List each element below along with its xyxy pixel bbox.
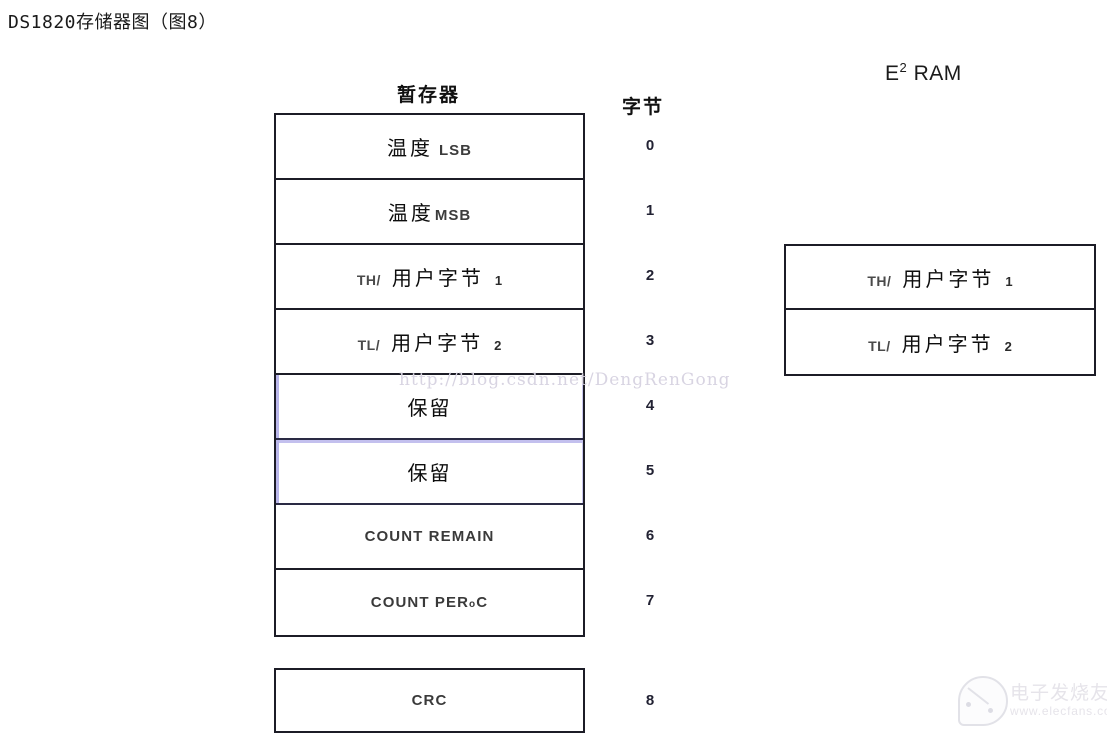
- cell-label-suffix: MSB: [434, 207, 472, 224]
- table-row: 温度 LSB: [276, 115, 583, 180]
- cell-label-main: 保留: [407, 398, 452, 420]
- cell-label-unit: C: [476, 594, 489, 611]
- cell-label-suffix: LSB: [439, 142, 472, 159]
- table-row: 保留: [276, 375, 583, 440]
- scratchpad-cell-tl-user-byte-2: TL/ 用户字节 2: [358, 327, 502, 356]
- byte-number: 3: [645, 332, 655, 349]
- eeram-title-suffix: RAM: [907, 62, 962, 85]
- crc-label: CRC: [411, 692, 448, 709]
- logo-mark-icon: [958, 676, 1008, 726]
- table-row: 保留: [276, 440, 583, 505]
- degree-superscript: o: [469, 599, 477, 610]
- table-row: TH/ 用户字节 1: [786, 246, 1094, 310]
- scratchpad-column-header: 暂存器: [397, 85, 461, 106]
- byte-number: 0: [645, 137, 655, 154]
- eeram-title-prefix: E: [885, 62, 900, 85]
- byte-number: 1: [645, 202, 655, 219]
- scratchpad-memory-table: 温度 LSB 温度 MSB TH/ 用户字节 1 TL/ 用户字节 2 保留 保…: [274, 113, 585, 637]
- cell-label-main: 用户字节: [901, 333, 994, 356]
- eeram-cell-th-user-byte-1: TH/ 用户字节 1: [867, 263, 1012, 292]
- logo-site-url: www.elecfans.com: [1010, 704, 1107, 718]
- cell-label-main: 保留: [407, 463, 452, 485]
- table-row: 温度 MSB: [276, 180, 583, 245]
- cell-label-main: COUNT REMAIN: [364, 528, 495, 545]
- scratchpad-cell-count-remain: COUNT REMAIN: [365, 528, 495, 545]
- eeram-title: E2 RAM: [885, 61, 962, 86]
- logo-dot-icon: [966, 702, 971, 707]
- cell-label-prefix: TH/: [867, 272, 892, 289]
- cell-label-prefix: TH/: [356, 272, 381, 288]
- cell-label-prefix: TL/: [868, 337, 891, 354]
- scratchpad-cell-temperature-lsb: 温度 LSB: [387, 132, 472, 161]
- logo-dot-icon: [988, 708, 993, 713]
- cell-label-main: 用户字节: [391, 333, 484, 355]
- scratchpad-cell-count-per-degree-c: COUNT PER oC: [371, 594, 488, 611]
- byte-number-crc: 8: [645, 692, 655, 709]
- cell-label-prefix: TL/: [357, 337, 381, 353]
- page-title: DS1820存储器图（图8）: [8, 12, 217, 33]
- cell-label-index: 2: [494, 338, 502, 353]
- cell-label-main: COUNT PER: [370, 594, 470, 611]
- table-row: TL/ 用户字节 2: [786, 310, 1094, 374]
- scratchpad-cell-th-user-byte-1: TH/ 用户字节 1: [357, 262, 502, 291]
- table-row: COUNT PER oC: [276, 570, 583, 635]
- cell-label-main: 用户字节: [902, 268, 995, 291]
- byte-number-column: 0 1 2 3 4 5 6 7: [630, 113, 670, 633]
- cell-label-main: 温度: [387, 138, 433, 160]
- cell-label-index: 1: [494, 273, 503, 288]
- byte-number: 7: [645, 592, 655, 609]
- eeram-memory-table: TH/ 用户字节 1 TL/ 用户字节 2: [784, 244, 1096, 376]
- byte-number: 2: [645, 267, 655, 284]
- byte-number: 6: [645, 527, 655, 544]
- logo-site-name: 电子发烧友: [1010, 683, 1107, 704]
- eeram-cell-tl-user-byte-2: TL/ 用户字节 2: [868, 328, 1012, 357]
- logo-line-icon: [967, 687, 990, 705]
- table-row: TL/ 用户字节 2: [276, 310, 583, 375]
- scratchpad-cell-reserved-5: 保留: [408, 457, 452, 486]
- table-row: TH/ 用户字节 1: [276, 245, 583, 310]
- scratchpad-cell-reserved-4: 保留: [408, 392, 452, 421]
- elecfans-logo: 电子发烧友 www.elecfans.com: [956, 672, 1107, 732]
- byte-number: 5: [645, 462, 655, 479]
- byte-number: 4: [645, 397, 655, 414]
- cell-label-index: 2: [1004, 338, 1012, 354]
- scratchpad-cell-temperature-msb: 温度 MSB: [388, 197, 471, 226]
- table-row: COUNT REMAIN: [276, 505, 583, 570]
- cell-label-main: 用户字节: [391, 268, 484, 290]
- crc-box: CRC: [274, 668, 585, 733]
- cell-label-main: 温度: [387, 203, 434, 225]
- cell-label-index: 1: [1005, 273, 1013, 289]
